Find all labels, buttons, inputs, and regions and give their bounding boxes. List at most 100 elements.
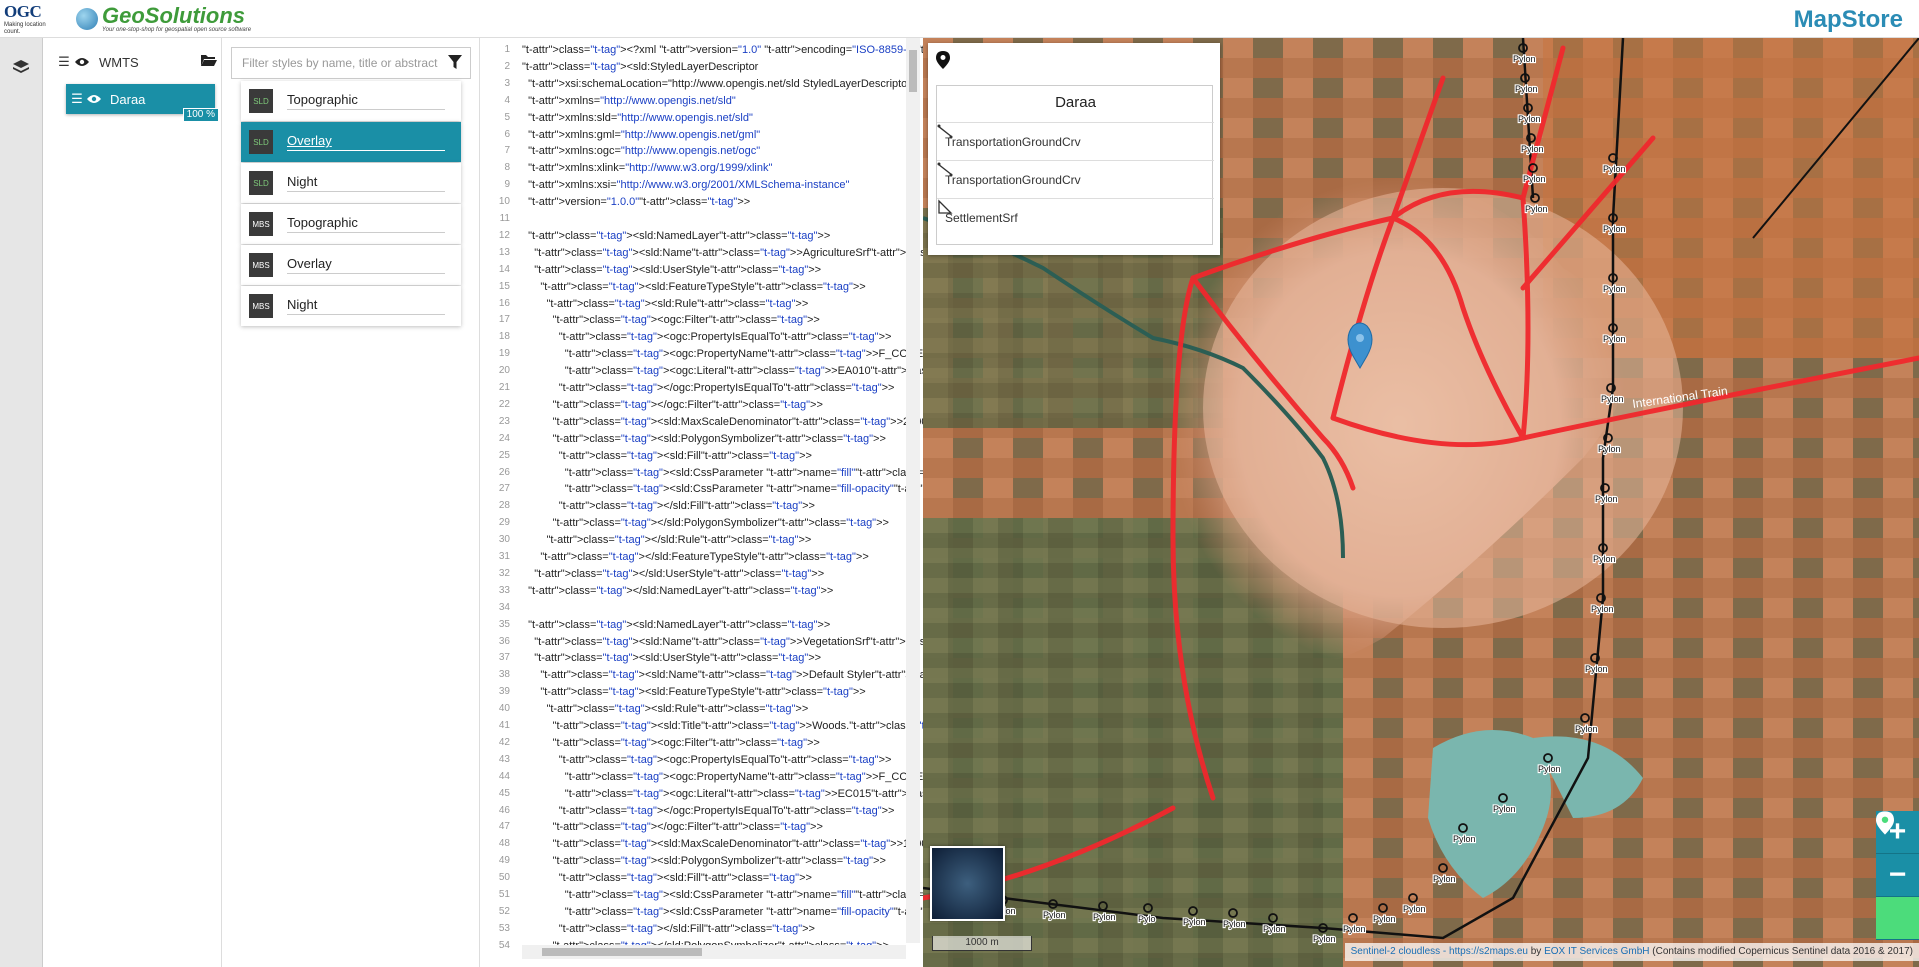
filter-icon[interactable] <box>448 54 462 70</box>
code-line[interactable]: "t-attr">class="t-tag"><ogc:PropertyIsEq… <box>522 331 892 343</box>
horizontal-scrollbar[interactable] <box>522 945 906 959</box>
app-header: OGC Making location count. GeoSolutions … <box>0 0 1919 38</box>
code-line[interactable]: "t-attr">xmlns:sld="http://www.opengis.n… <box>522 112 753 124</box>
code-line[interactable]: "t-attr">class="t-tag"><sld:CssParameter… <box>522 467 923 479</box>
code-line[interactable]: "t-attr">xmlns:ogc="http://www.opengis.n… <box>522 145 760 157</box>
location-icon <box>1876 811 1894 835</box>
style-item-mbs-topographic[interactable]: MBS Topographic <box>241 204 461 244</box>
line-number: 50 <box>498 872 510 884</box>
code-line[interactable]: "t-attr">class="t-tag"><sld:Fill"t-attr"… <box>522 872 812 884</box>
layer-node-daraa[interactable]: ☰ Daraa 100 % <box>66 84 219 122</box>
code-line[interactable]: "t-attr">class="t-tag"><?xml "t-attr">ve… <box>522 44 923 56</box>
style-filter-input[interactable]: Filter styles by name, title or abstract <box>231 47 471 79</box>
map-view[interactable]: Pylon Pylon Pylon Pylon Pylon Pylon Pylon Pylon… <box>923 38 1919 967</box>
code-line[interactable]: "t-attr">class="t-tag"><ogc:PropertyIsEq… <box>522 754 892 766</box>
folder-open-icon[interactable] <box>201 54 217 70</box>
code-line[interactable]: "t-attr">class="t-tag"><sld:PolygonSymbo… <box>522 433 886 445</box>
code-line[interactable]: "t-attr">class="t-tag"><sld:NamedLayer"t… <box>522 230 830 242</box>
code-line[interactable]: "t-attr">version="1.0.0""t-attr">class="… <box>522 196 750 208</box>
style-item-sld-overlay[interactable]: SLD Overlay <box>241 122 461 162</box>
pylon-label: Pylon <box>1093 912 1116 922</box>
code-line[interactable]: "t-attr">class="t-tag"><ogc:PropertyName… <box>522 771 923 783</box>
code-line[interactable]: "t-attr">class="t-tag"><sld:CssParameter… <box>522 483 923 495</box>
style-item-mbs-overlay[interactable]: MBS Overlay <box>241 245 461 285</box>
identify-feature-item[interactable]: SettlementSrf <box>937 198 1214 236</box>
zoom-out-button[interactable]: − <box>1876 854 1919 897</box>
attribution-eox-link[interactable]: EOX IT Services GmbH <box>1544 946 1649 957</box>
code-line[interactable]: "t-attr">class="t-tag"></sld:NamedLayer"… <box>522 585 833 597</box>
code-line[interactable]: "t-attr">class="t-tag"><sld:CssParameter… <box>522 889 923 901</box>
pylon-label: Pylon <box>1521 144 1544 154</box>
code-line[interactable]: "t-attr">class="t-tag"><sld:FeatureTypeS… <box>522 686 865 698</box>
code-line[interactable]: "t-attr">class="t-tag"><sld:Fill"t-attr"… <box>522 450 812 462</box>
vertical-scrollbar[interactable] <box>906 38 920 943</box>
code-line[interactable]: "t-attr">class="t-tag"><sld:Rule"t-attr"… <box>522 298 808 310</box>
code-line[interactable]: "t-attr">class="t-tag"></sld:PolygonSymb… <box>522 517 889 529</box>
pylon-label: Pylon <box>1403 904 1426 914</box>
code-line[interactable]: "t-attr">class="t-tag"><sld:FeatureTypeS… <box>522 281 865 293</box>
format-badge: SLD <box>249 89 273 113</box>
code-line[interactable]: "t-attr">class="t-tag"><sld:Name"t-attr"… <box>522 247 923 259</box>
pylon-label: Pylon <box>1603 164 1626 174</box>
code-line[interactable]: "t-attr">class="t-tag"><ogc:Filter"t-att… <box>522 737 820 749</box>
layers-icon[interactable] <box>10 56 32 78</box>
identify-feature-item[interactable]: TransportationGroundCrv <box>937 122 1214 160</box>
style-item-sld-topographic[interactable]: SLD Topographic <box>241 81 461 121</box>
drag-handle-icon[interactable]: ☰ <box>70 91 84 107</box>
code-line[interactable]: "t-attr">class="t-tag"></ogc:Filter"t-at… <box>522 399 823 411</box>
code-line[interactable]: "t-attr">class="t-tag"></sld:UserStyle"t… <box>522 568 824 580</box>
identify-panel[interactable]: Daraa TransportationGroundCrv Transportat… <box>928 43 1220 255</box>
code-line[interactable]: "t-attr">class="t-tag"><sld:Rule"t-attr"… <box>522 703 808 715</box>
identify-feature-item[interactable]: TransportationGroundCrv <box>937 160 1214 198</box>
code-line[interactable]: "t-attr">class="t-tag"><sld:Name"t-attr"… <box>522 669 923 681</box>
code-line[interactable]: "t-attr">class="t-tag"><sld:Title"t-attr… <box>522 720 923 732</box>
code-line[interactable]: "t-attr">class="t-tag"><sld:StyledLayerD… <box>522 61 758 73</box>
code-line[interactable]: "t-attr">xsi:schemaLocation="http://www.… <box>522 78 907 90</box>
line-number: 46 <box>498 804 510 816</box>
code-line[interactable]: "t-attr">class="t-tag"><ogc:Filter"t-att… <box>522 314 820 326</box>
layer-group-wmts[interactable]: ☰ WMTS <box>57 52 217 72</box>
code-line[interactable]: "t-attr">class="t-tag"><sld:MaxScaleDeno… <box>522 416 923 428</box>
filter-placeholder: Filter styles by name, title or abstract <box>242 56 438 70</box>
pylon-label: Pylo <box>1138 914 1156 924</box>
locate-button[interactable] <box>1876 811 1919 940</box>
code-line[interactable]: "t-attr">class="t-tag"></sld:Fill"t-attr… <box>522 923 815 935</box>
code-line[interactable]: "t-attr">xmlns:xsi="http://www.w3.org/20… <box>522 179 849 191</box>
code-line[interactable]: "t-attr">class="t-tag"></sld:FeatureType… <box>522 551 868 563</box>
pylon-label: Pylon <box>1313 934 1336 944</box>
code-line[interactable]: "t-attr">xmlns:gml="http://www.opengis.n… <box>522 129 760 141</box>
attribution-sentinel-link[interactable]: Sentinel-2 cloudless - https://s2maps.eu <box>1351 946 1528 957</box>
style-item-mbs-night[interactable]: MBS Night <box>241 286 461 326</box>
code-line[interactable]: "t-attr">class="t-tag"><sld:MaxScaleDeno… <box>522 838 923 850</box>
code-line[interactable]: "t-attr">class="t-tag"></ogc:PropertyIsE… <box>522 382 895 394</box>
eye-icon[interactable] <box>73 55 91 70</box>
line-number: 22 <box>498 398 510 410</box>
code-line[interactable]: "t-attr">xmlns:xlink="http://www.w3.org/… <box>522 162 772 174</box>
code-line[interactable]: "t-attr">class="t-tag"><ogc:Literal"t-at… <box>522 365 923 377</box>
code-line[interactable]: "t-attr">class="t-tag"><ogc:PropertyName… <box>522 348 923 360</box>
code-line[interactable]: "t-attr">class="t-tag"><sld:Name"t-attr"… <box>522 636 923 648</box>
mapstore-logo: MapStore <box>1793 6 1903 33</box>
line-number: 43 <box>498 753 510 765</box>
code-line[interactable]: "t-attr">class="t-tag"><sld:UserStyle"t-… <box>522 264 821 276</box>
sld-code-editor[interactable]: 1 2 3 4 5 6 7 8 9 10 11 12 13 14 15 16 17 18 19 20 21 22 23 24 2… <box>480 38 923 967</box>
code-line[interactable]: "t-attr">class="t-tag"><ogc:Literal"t-at… <box>522 788 923 800</box>
style-item-sld-night[interactable]: SLD Night <box>241 163 461 203</box>
code-line[interactable]: "t-attr">class="t-tag"></ogc:Filter"t-at… <box>522 821 823 833</box>
code-line[interactable]: "t-attr">class="t-tag"><sld:UserStyle"t-… <box>522 652 821 664</box>
style-name: Topographic <box>287 215 445 233</box>
code-line[interactable]: "t-attr">class="t-tag"></sld:Rule"t-attr… <box>522 534 811 546</box>
code-line[interactable]: "t-attr">class="t-tag"></sld:Fill"t-attr… <box>522 500 815 512</box>
code-line[interactable]: "t-attr">class="t-tag"></ogc:PropertyIsE… <box>522 805 895 817</box>
code-line[interactable]: "t-attr">class="t-tag"><sld:CssParameter… <box>522 906 923 918</box>
line-number-gutter: 1 2 3 4 5 6 7 8 9 10 11 12 13 14 15 16 17 18 19 20 21 22 23 24 2… <box>480 38 510 951</box>
code-line[interactable]: "t-attr">xmlns="http://www.opengis.net/s… <box>522 95 736 107</box>
feature-type-label: TransportationGroundCrv <box>945 134 1081 149</box>
code-line[interactable]: "t-attr">class="t-tag"><sld:NamedLayer"t… <box>522 619 830 631</box>
pylon-label: Pylon <box>1525 204 1548 214</box>
overview-minimap[interactable] <box>930 846 1005 921</box>
drag-handle-icon[interactable]: ☰ <box>57 54 71 70</box>
code-line[interactable]: "t-attr">class="t-tag"><sld:PolygonSymbo… <box>522 855 886 867</box>
eye-icon[interactable] <box>86 92 102 107</box>
map-marker-icon[interactable] <box>936 51 950 69</box>
